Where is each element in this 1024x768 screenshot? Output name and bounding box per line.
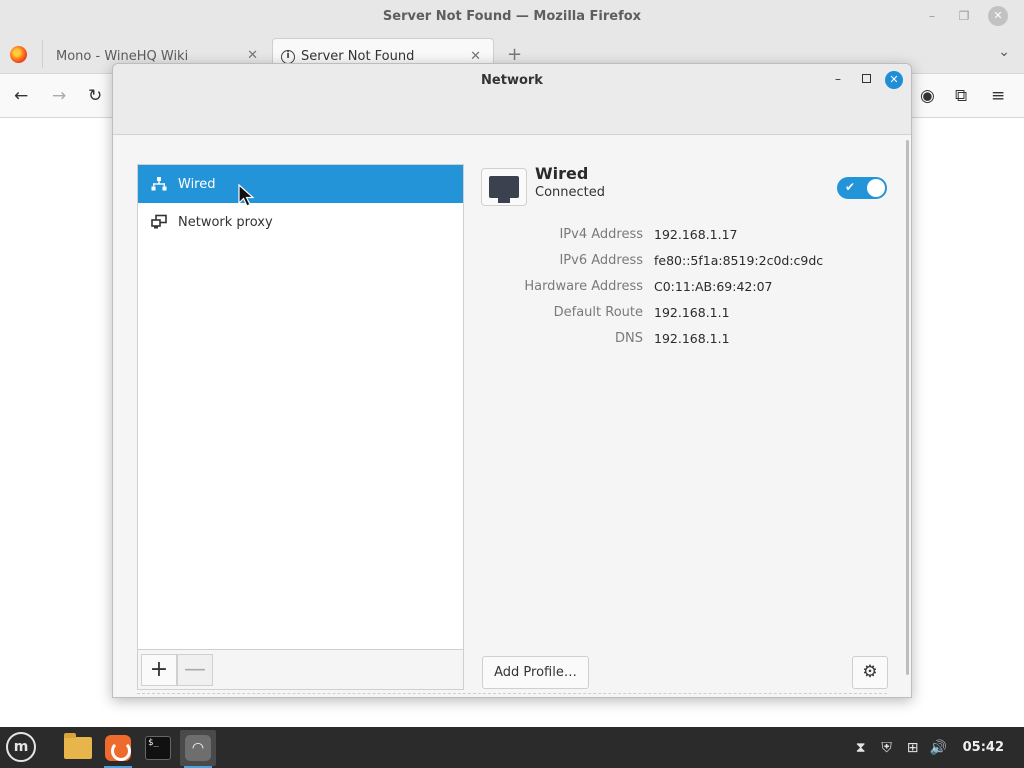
property-row: IPv6 Address fe80::5f1a:8519:2c0d:c9dc [481,247,891,273]
property-value: 192.168.1.17 [654,226,738,242]
account-icon[interactable]: ◉ [920,86,935,106]
list-all-tabs-icon[interactable]: ⌄ [998,44,1010,60]
wired-network-icon [150,176,168,192]
checkmark-icon: ✔ [845,180,856,194]
tab-close-icon[interactable]: ✕ [470,49,481,64]
network-settings-launcher[interactable]: ◠ [180,730,216,768]
network-proxy-icon [150,214,168,230]
gear-icon[interactable]: ⚙ [852,656,888,689]
remove-connection-button[interactable]: — [177,654,213,686]
back-icon[interactable]: ← [14,86,28,106]
terminal-launcher[interactable]: $_ [140,730,176,766]
mouse-cursor-icon [238,184,255,207]
terminal-icon: $_ [145,736,171,760]
network-tray-icon[interactable]: ⊞ [903,738,923,758]
browser-maximize-icon[interactable]: ❐ [956,8,972,24]
browser-close-icon[interactable]: ✕ [988,6,1008,26]
firefox-icon [105,735,131,761]
forward-icon[interactable]: → [52,86,66,106]
shield-icon[interactable]: ⛨ [877,738,897,758]
toggle-knob [867,179,885,197]
reload-icon[interactable]: ↻ [88,86,102,106]
tab-close-icon[interactable]: ✕ [247,48,258,63]
property-value: 192.168.1.1 [654,330,730,346]
list-toolbar: + — [138,649,463,689]
sidebar-item-network-proxy[interactable]: Network proxy [138,203,463,241]
network-dialog: Network – ✕ Wired Network proxy + — Wire… [112,63,912,698]
maximize-icon[interactable] [859,72,873,86]
browser-minimize-icon[interactable]: – [924,8,940,24]
dialog-header: Network – ✕ [113,64,911,135]
property-row: IPv4 Address 192.168.1.17 [481,221,891,247]
property-value: C0:11:AB:69:42:07 [654,278,773,294]
extensions-icon[interactable]: ⧉ [955,86,967,106]
close-icon[interactable]: ✕ [885,71,903,89]
ethernet-port-icon [481,168,527,206]
scrollbar[interactable] [906,140,909,675]
firefox-launcher[interactable] [100,730,136,768]
property-label: DNS [615,330,643,346]
sidebar-item-wired[interactable]: Wired [138,165,463,203]
property-row: Hardware Address C0:11:AB:69:42:07 [481,273,891,299]
add-connection-button[interactable]: + [141,654,177,686]
property-label: Default Route [553,304,643,320]
property-label: Hardware Address [524,278,643,294]
property-row: Default Route 192.168.1.1 [481,299,891,325]
clock[interactable]: 05:42 [963,740,1004,755]
folder-icon [64,733,92,759]
property-value: 192.168.1.1 [654,304,730,320]
divider [137,693,887,694]
menu-icon[interactable]: ≡ [991,86,1005,106]
update-manager-icon[interactable]: ⧗ [851,738,871,758]
volume-icon[interactable]: 🔊 [929,738,949,758]
dialog-title: Network [481,73,543,88]
start-menu-icon[interactable]: m [6,732,36,762]
property-value: fe80::5f1a:8519:2c0d:c9dc [654,252,824,268]
device-status: Connected [535,185,606,200]
network-settings-icon: ◠ [185,735,211,761]
new-tab-icon[interactable]: + [507,44,522,65]
sidebar-item-label: Network proxy [178,214,273,230]
connection-toggle[interactable]: ✔ [837,177,887,199]
system-tray: ⧗ ⛨ ⊞ 🔊 05:42 [851,727,1024,768]
sidebar-item-label: Wired [178,176,216,192]
connection-list: Wired Network proxy + — [137,164,464,690]
connection-details: Wired Connected ✔ IPv4 Address 192.168.1… [481,164,891,690]
add-profile-button[interactable]: Add Profile… [482,656,589,689]
tab-label: Mono - WineHQ Wiki [56,48,189,64]
property-row: DNS 192.168.1.1 [481,325,891,351]
browser-window-title: Server Not Found — Mozilla Firefox [382,9,642,24]
property-label: IPv6 Address [559,252,643,268]
tab-label: Server Not Found [301,49,415,64]
firefox-view-icon[interactable] [10,46,27,63]
browser-titlebar: Server Not Found — Mozilla Firefox – ❐ ✕ [0,0,1024,34]
info-icon: i [281,49,295,64]
file-manager-launcher[interactable] [60,730,96,766]
properties-list: IPv4 Address 192.168.1.17 IPv6 Address f… [481,221,891,351]
taskbar: m $_ ◠ ⧗ ⛨ ⊞ 🔊 05:42 [0,727,1024,768]
minimize-icon[interactable]: – [831,72,845,86]
property-label: IPv4 Address [559,226,643,242]
device-name: Wired [535,164,589,183]
